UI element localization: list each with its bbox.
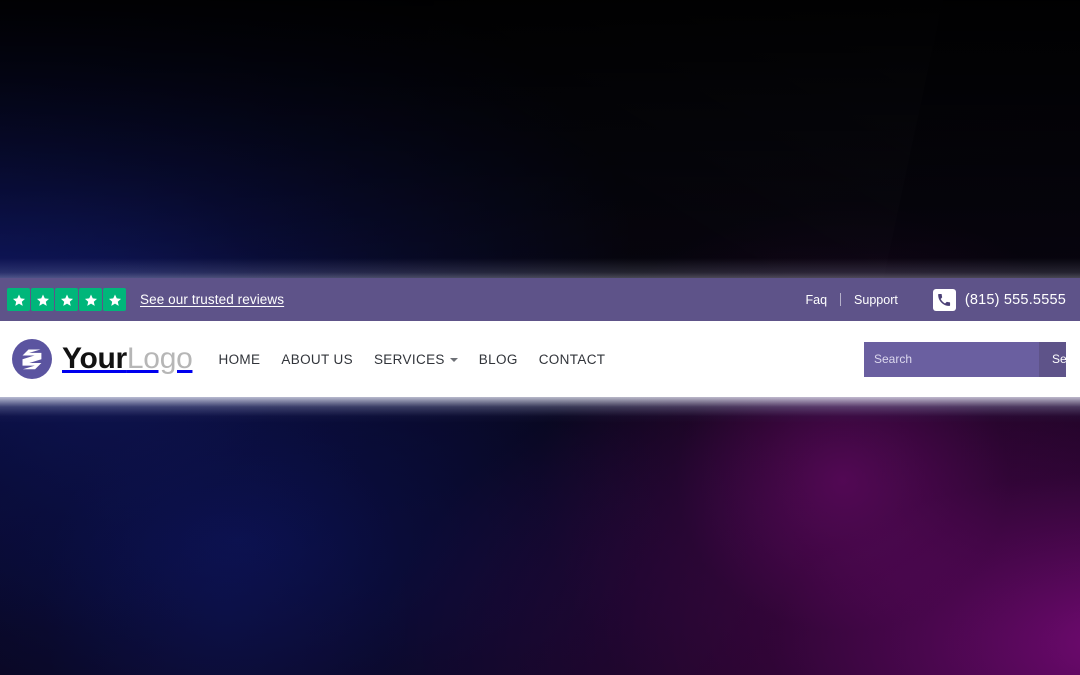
nav-label: BLOG [478,351,518,367]
search-bar: Search [864,341,1066,377]
star-icon [7,288,30,311]
chevron-down-icon [449,358,458,362]
star-icon [103,288,126,311]
nav-item-blog[interactable]: BLOG [479,352,518,367]
support-link[interactable]: Support [841,293,911,307]
page-root: See our trusted reviews Faq Support (815… [0,0,1080,675]
nav-label: HOME [218,351,261,367]
logo-swoosh-icon [10,337,54,381]
nav-item-home[interactable]: HOME [218,352,260,367]
search-input[interactable] [864,341,1039,377]
trusted-reviews-link[interactable]: See our trusted reviews [140,292,284,307]
phone-contact[interactable]: (815) 555.5555 [932,288,1066,311]
star-rating [7,288,126,311]
nav-label: SERVICES [373,351,445,367]
logo[interactable]: YourLogo [10,337,193,381]
search-button[interactable]: Search [1039,341,1066,377]
faq-link[interactable]: Faq [793,293,841,307]
nav-item-services[interactable]: SERVICES [374,352,458,367]
main-navigation: HOME ABOUT US SERVICES BLOG CONTACT [218,352,605,367]
utility-bar-left: See our trusted reviews [0,288,284,311]
main-header: YourLogo HOME ABOUT US SERVICES BLOG CON… [0,321,1080,397]
logo-text: YourLogo [62,342,193,375]
phone-number[interactable]: (815) 555.5555 [965,292,1066,308]
nav-label: ABOUT US [281,351,353,367]
star-icon [31,288,54,311]
logo-text-primary: Your [62,342,127,375]
nav-item-about-us[interactable]: ABOUT US [281,352,353,367]
nav-label: CONTACT [538,351,606,367]
utility-bar-right: Faq Support (815) 555.5555 [793,288,1067,311]
utility-bar: See our trusted reviews Faq Support (815… [0,278,1080,321]
nav-item-contact[interactable]: CONTACT [539,352,606,367]
star-icon [79,288,102,311]
star-icon [55,288,78,311]
phone-icon [932,288,956,311]
logo-text-secondary: Logo [126,342,193,375]
